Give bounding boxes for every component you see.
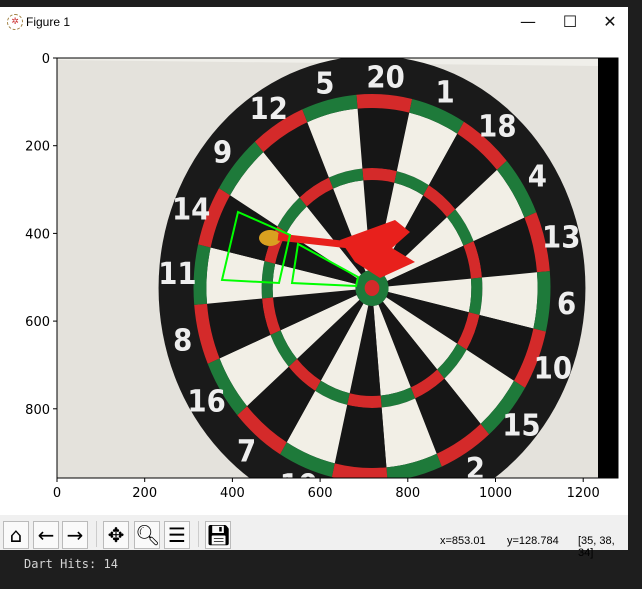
image-plot: 20 11841361015217319716811149125: [57, 58, 618, 515]
back-arrow-icon[interactable]: ←: [33, 521, 59, 549]
board-number: 12: [249, 91, 287, 126]
board-number: 3: [349, 482, 368, 515]
navigation-toolbar: ⌂ ← → ✥ 🔍︎ ☰ 💾︎ x=853.01 y=128.784 [35, …: [0, 515, 628, 559]
terminal-output: Dart Hits: 14: [24, 557, 118, 571]
y-tick-label: 0: [42, 52, 50, 67]
y-tick-label: 600: [25, 315, 50, 330]
x-axis: 0 200 400 600 800 1000 1200: [53, 478, 600, 501]
home-icon[interactable]: ⌂: [3, 521, 29, 549]
figure-window: ✲ Figure 1 — ☐ ✕ 20 1 18 4 13 6 10 15 2 17 3 19 7 16 8…: [0, 7, 628, 559]
y-tick-label: 400: [25, 227, 50, 242]
zoom-magnifier-icon[interactable]: 🔍︎: [134, 521, 160, 549]
board-number: 15: [502, 407, 540, 442]
background-terminal-strip: [0, 0, 642, 7]
x-tick-label: 1000: [479, 486, 512, 501]
board-number: 7: [237, 433, 256, 468]
configure-subplots-icon[interactable]: ☰: [164, 521, 190, 549]
pixel-value-readout: [35, 38, 34]: [578, 535, 615, 559]
forward-arrow-icon[interactable]: →: [62, 521, 88, 549]
board-number: 9: [213, 135, 232, 170]
board-number: 6: [557, 286, 576, 321]
save-icon[interactable]: 💾︎: [205, 521, 231, 549]
y-axis: 0 200 400 600 800: [25, 52, 57, 418]
x-tick-label: 200: [132, 486, 157, 501]
board-number: 14: [172, 191, 210, 226]
figure-canvas[interactable]: 20 11841361015217319716811149125 0 200 400 6…: [0, 7, 628, 515]
board-number: 18: [478, 108, 516, 143]
x-tick-label: 400: [220, 486, 245, 501]
board-number: 2: [466, 451, 485, 486]
x-tick-label: 600: [308, 486, 333, 501]
board-number: 10: [534, 350, 572, 385]
x-tick-label: 800: [395, 486, 420, 501]
x-coordinate-readout: x=853.01: [440, 535, 486, 547]
dartboard: 20 11841361015217319716811149125: [158, 58, 586, 515]
board-number: 5: [315, 65, 334, 100]
x-tick-label: 0: [53, 486, 61, 501]
x-tick-label: 1200: [567, 486, 600, 501]
black-border: [598, 58, 618, 478]
dart-barrel: [259, 230, 281, 246]
board-number: 20: [366, 59, 404, 94]
board-number: 16: [187, 383, 225, 418]
board-number: 1: [435, 74, 454, 109]
y-tick-label: 200: [25, 140, 50, 155]
y-tick-label: 800: [25, 403, 50, 418]
divider: [198, 521, 199, 547]
divider: [96, 521, 97, 547]
board-number: 13: [542, 220, 580, 255]
board-number: 11: [158, 256, 196, 291]
pan-icon[interactable]: ✥: [103, 521, 129, 549]
board-number: 4: [528, 159, 547, 194]
board-number: 8: [173, 322, 192, 357]
bullseye: [364, 280, 380, 296]
y-coordinate-readout: y=128.784: [507, 535, 559, 547]
